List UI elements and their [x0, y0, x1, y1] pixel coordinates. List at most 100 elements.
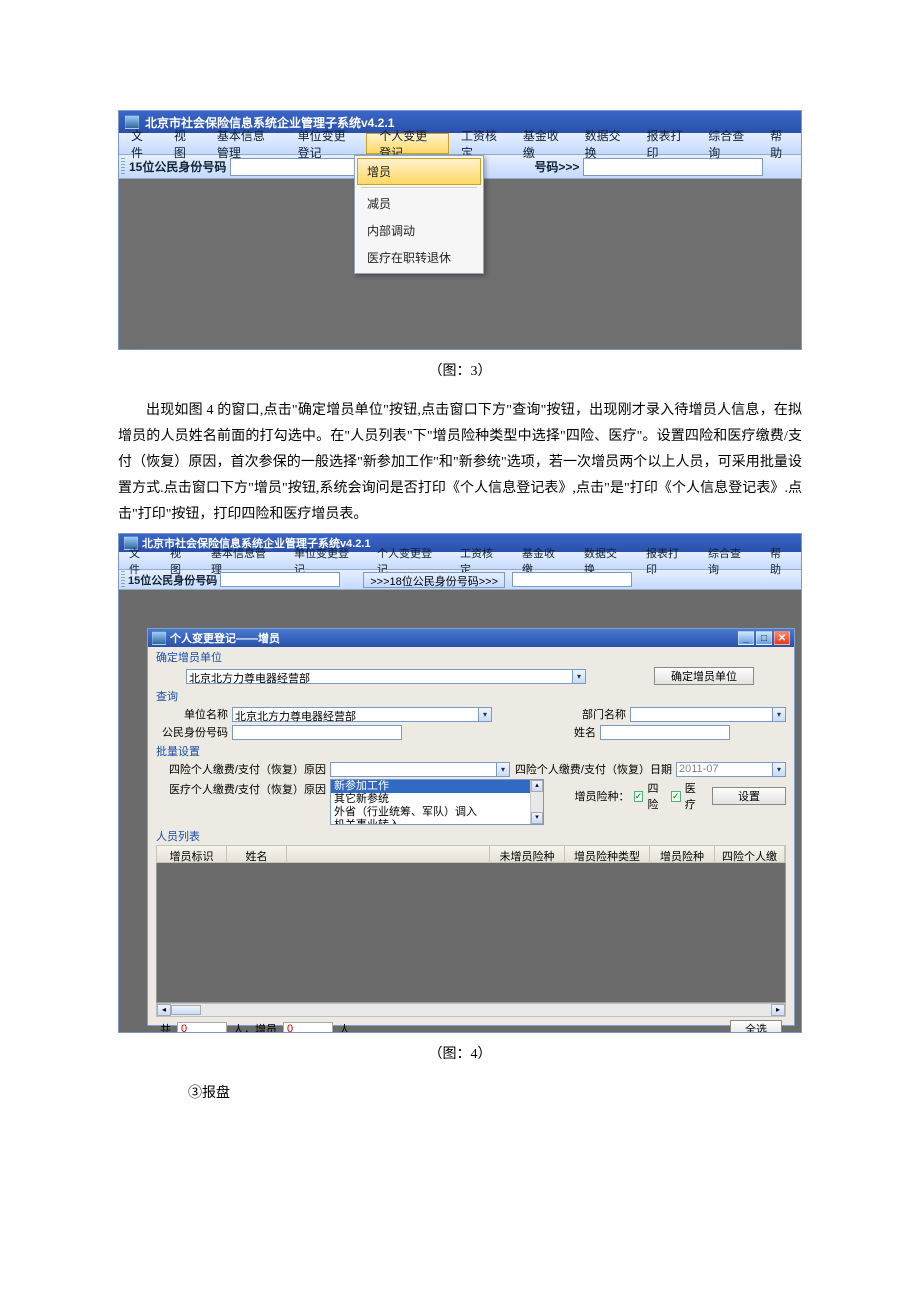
status-label-added: 人，增员: [233, 1021, 277, 1033]
toolbar2-grip-icon: [121, 571, 125, 589]
list-item[interactable]: 外省（行业统筹、军队）调入: [331, 806, 543, 819]
section-query: 查询: [156, 688, 786, 704]
status-row: 共 0 人，增员 0 人 全选: [156, 1017, 786, 1033]
toolbar-grip-icon: [121, 158, 125, 176]
set-button[interactable]: 设置: [712, 787, 786, 805]
dept-input[interactable]: [630, 707, 786, 722]
menu-view[interactable]: 视图: [162, 133, 205, 154]
chevron-down-icon[interactable]: ▾: [772, 708, 785, 721]
id18-input[interactable]: [583, 158, 763, 176]
section-people: 人员列表: [156, 828, 786, 844]
dropdown-item-transfer[interactable]: 内部调动: [357, 217, 481, 244]
unit-combo[interactable]: 北京北方力尊电器经营部: [186, 669, 586, 684]
label-name: 姓名: [406, 724, 596, 740]
dropdown-item-add[interactable]: 增员: [357, 158, 481, 185]
total-count: 0: [177, 1022, 227, 1034]
col-name[interactable]: 姓名: [227, 846, 287, 862]
list-item[interactable]: 机关事业转入: [331, 819, 543, 825]
toolbar-idright: 号码>>>: [534, 158, 579, 175]
menu-dataex[interactable]: 数据交换: [573, 133, 635, 154]
name-input[interactable]: [600, 725, 730, 740]
minimize-icon[interactable]: _: [738, 631, 754, 645]
menu2-report[interactable]: 报表打印: [636, 545, 698, 577]
screenshot-1: 北京市社会保险信息系统企业管理子系统v4.2.1 文件 视图 基本信息管理 单位…: [118, 110, 802, 350]
scroll-up-icon[interactable]: ▴: [531, 780, 543, 792]
section-batch: 批量设置: [156, 743, 786, 759]
menubar: 文件 视图 基本信息管理 单位变更登记 个人变更登记 工资核定 基金收缴 数据交…: [119, 133, 801, 155]
menubar2: 文件 视图 基本信息管理 单位变更登记 个人变更登记 工资核定 基金收缴 数据交…: [119, 552, 801, 570]
personchange-dropdown: 增员 减员 内部调动 医疗在职转退休: [354, 155, 484, 274]
status-label-total: 共: [160, 1021, 171, 1033]
scroll-right-icon[interactable]: ▸: [771, 1004, 785, 1016]
menu2-query[interactable]: 综合查询: [698, 545, 760, 577]
select-all-button[interactable]: 全选: [730, 1020, 782, 1033]
col-notadded[interactable]: 未增员险种: [490, 846, 565, 862]
toolbar2-idlabel: 15位公民身份号码: [128, 572, 217, 588]
scroll-left-icon[interactable]: ◂: [157, 1004, 171, 1016]
menu-salary[interactable]: 工资核定: [449, 133, 511, 154]
col-fourpay[interactable]: 四险个人缴: [715, 846, 785, 862]
grid-body[interactable]: [156, 863, 786, 1003]
menu2-help[interactable]: 帮助: [760, 545, 801, 577]
menu-help[interactable]: 帮助: [758, 133, 801, 154]
scroll-thumb[interactable]: [171, 1005, 201, 1015]
add-person-dialog: 个人变更登记——增员 _ □ ✕ 确定增员单位 北京北方力尊电器经营部 ▾ 确定…: [147, 628, 795, 1026]
chevron-down-icon[interactable]: ▾: [496, 763, 509, 776]
col-addkind[interactable]: 增员险种: [650, 846, 715, 862]
med-reason-listbox[interactable]: 新参加工作 其它新参统 外省（行业统筹、军队）调入 机关事业转入 复员军人 ▴ …: [330, 779, 544, 825]
col-blank[interactable]: [287, 846, 490, 862]
paragraph-instructions: 出现如图 4 的窗口,点击"确定增员单位"按钮,点击窗口下方"查询"按钮，出现刚…: [118, 398, 802, 527]
screenshot-2: 北京市社会保险信息系统企业管理子系统v4.2.1 文件 视图 基本信息管理 单位…: [118, 533, 802, 1033]
figure-caption-4: （图：4）: [118, 1043, 802, 1063]
id18-input2[interactable]: [512, 572, 632, 587]
label-med-reason: 医疗个人缴费/支付（恢复）原因: [156, 779, 326, 797]
added-count: 0: [283, 1022, 333, 1034]
confirm-unit-button[interactable]: 确定增员单位: [654, 667, 754, 685]
label-unitname: 单位名称: [156, 706, 228, 722]
hscrollbar[interactable]: ◂ ▸: [156, 1003, 786, 1017]
menu-unitchange[interactable]: 单位变更登记: [286, 133, 367, 154]
idno-input[interactable]: [232, 725, 402, 740]
dialog-title: 个人变更登记——增员: [170, 630, 280, 646]
four-reason-combo[interactable]: [330, 762, 510, 777]
status-label-ren2: 人: [339, 1021, 350, 1033]
chevron-down-icon[interactable]: ▾: [772, 763, 785, 776]
dropdown-item-retire[interactable]: 医疗在职转退休: [357, 244, 481, 271]
close-icon[interactable]: ✕: [774, 631, 790, 645]
convert-id-button[interactable]: >>>18位公民身份号码>>>: [363, 572, 505, 588]
checkbox-four[interactable]: ✓: [634, 791, 644, 802]
menu-file[interactable]: 文件: [119, 133, 162, 154]
label-four-reason: 四险个人缴费/支付（恢复）原因: [156, 761, 326, 777]
label-four-date: 四险个人缴费/支付（恢复）日期: [514, 761, 672, 777]
menu-basicinfo[interactable]: 基本信息管理: [205, 133, 286, 154]
dialog-titlebar: 个人变更登记——增员 _ □ ✕: [148, 629, 794, 647]
menu-personchange[interactable]: 个人变更登记: [366, 133, 449, 154]
dropdown-item-remove[interactable]: 减员: [357, 190, 481, 217]
unitname-input[interactable]: 北京北方力尊电器经营部: [232, 707, 492, 722]
four-date-input[interactable]: 2011-07: [676, 762, 786, 777]
section-confirm-unit: 确定增员单位: [156, 649, 786, 665]
id15-input2[interactable]: [220, 572, 340, 587]
menu-report[interactable]: 报表打印: [634, 133, 696, 154]
checkbox-med-label: 医疗: [685, 780, 704, 812]
figure-caption-3: （图：3）: [118, 360, 802, 380]
dropdown-separator: [361, 187, 477, 188]
checkbox-med[interactable]: ✓: [671, 791, 681, 802]
col-flag[interactable]: 增员标识: [157, 846, 227, 862]
label-idno: 公民身份号码: [156, 724, 228, 740]
menu-fund[interactable]: 基金收缴: [511, 133, 573, 154]
menu-query[interactable]: 综合查询: [696, 133, 758, 154]
col-addtype[interactable]: 增员险种类型: [565, 846, 650, 862]
maximize-icon[interactable]: □: [756, 631, 772, 645]
scrollbar[interactable]: ▴ ▾: [530, 780, 543, 824]
list-item[interactable]: 其它新参统: [331, 793, 543, 806]
checkbox-four-label: 四险: [647, 780, 666, 812]
grid-header: 增员标识 姓名 未增员险种 增员险种类型 增员险种 四险个人缴: [156, 845, 786, 863]
scroll-down-icon[interactable]: ▾: [531, 812, 543, 824]
dialog-icon: [152, 631, 166, 645]
chevron-down-icon[interactable]: ▾: [478, 708, 491, 721]
label-addkind: 增员险种：: [568, 788, 630, 804]
label-dept: 部门名称: [526, 706, 626, 722]
chevron-down-icon[interactable]: ▾: [572, 670, 585, 683]
list-item[interactable]: 新参加工作: [331, 780, 543, 793]
